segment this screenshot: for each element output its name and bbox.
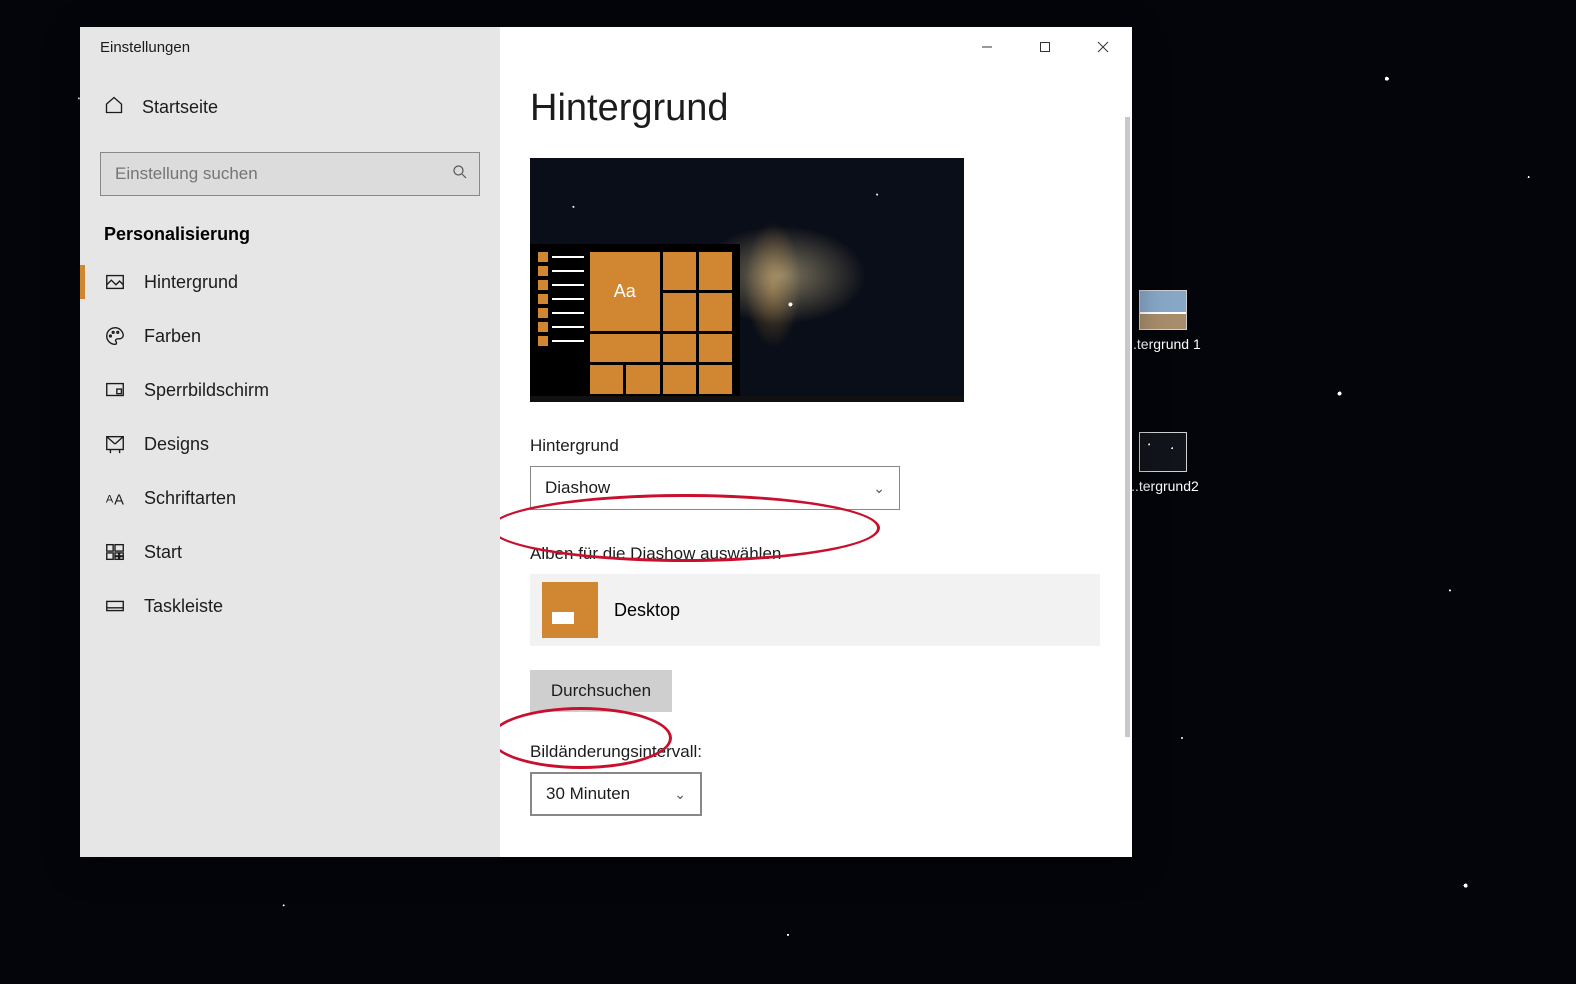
taskbar-icon — [104, 595, 126, 617]
preview-sample-text: Aa — [590, 252, 660, 331]
sidebar-item-label: Taskleiste — [144, 596, 223, 617]
sidebar-item-label: Farben — [144, 326, 201, 347]
background-dropdown[interactable]: Diashow ⌄ — [530, 466, 900, 510]
desktop-icon-label: ...tergrund 1 — [1125, 336, 1201, 352]
album-selected-name: Desktop — [614, 600, 680, 621]
start-tiles-icon — [104, 541, 126, 563]
close-button[interactable] — [1074, 27, 1132, 67]
font-icon: AA — [104, 487, 126, 509]
sidebar-item-label: Start — [144, 542, 182, 563]
image-thumbnail-icon — [1139, 290, 1187, 330]
settings-window: Einstellungen Startseite Personalisierun… — [80, 27, 1132, 857]
scrollbar[interactable] — [1125, 117, 1130, 737]
sidebar-item-colors[interactable]: Farben — [80, 309, 500, 363]
interval-dropdown-value: 30 Minuten — [546, 784, 630, 804]
folder-icon — [542, 582, 598, 638]
search-icon — [451, 163, 469, 186]
main-content: Hintergrund Aa — [500, 27, 1132, 857]
window-title: Einstellungen — [80, 39, 500, 56]
sidebar-item-label: Hintergrund — [144, 272, 238, 293]
home-icon — [104, 95, 124, 120]
sidebar-section-header: Personalisierung — [80, 206, 500, 255]
search-input[interactable] — [115, 164, 451, 184]
sidebar-item-start[interactable]: Start — [80, 525, 500, 579]
sidebar-item-label: Sperrbildschirm — [144, 380, 269, 401]
interval-dropdown[interactable]: 30 Minuten ⌄ — [530, 772, 702, 816]
palette-icon — [104, 325, 126, 347]
sidebar-item-taskbar[interactable]: Taskleiste — [80, 579, 500, 633]
page-title: Hintergrund — [530, 87, 1102, 130]
sidebar-item-fonts[interactable]: AA Schriftarten — [80, 471, 500, 525]
chevron-down-icon: ⌄ — [674, 786, 686, 803]
preview-start-menu: Aa — [530, 244, 740, 402]
image-thumbnail-icon — [1139, 432, 1187, 472]
window-controls — [958, 27, 1132, 67]
background-preview: Aa — [530, 158, 964, 402]
chevron-down-icon: ⌄ — [873, 480, 885, 497]
sidebar-home-label: Startseite — [142, 97, 218, 118]
interval-label: Bildänderungsintervall: — [530, 742, 1102, 762]
sidebar-item-lockscreen[interactable]: Sperrbildschirm — [80, 363, 500, 417]
picture-icon — [104, 271, 126, 293]
sidebar-item-themes[interactable]: Designs — [80, 417, 500, 471]
sidebar-item-label: Schriftarten — [144, 488, 236, 509]
sidebar-item-background[interactable]: Hintergrund — [80, 255, 500, 309]
background-dropdown-label: Hintergrund — [530, 436, 1102, 456]
svg-text:A: A — [114, 492, 124, 508]
album-selected-row[interactable]: Desktop — [530, 574, 1100, 646]
browse-button[interactable]: Durchsuchen — [530, 670, 672, 712]
lock-screen-icon — [104, 379, 126, 401]
sidebar-home[interactable]: Startseite — [80, 81, 500, 134]
background-dropdown-value: Diashow — [545, 478, 610, 498]
svg-text:A: A — [106, 494, 114, 506]
search-input-container[interactable] — [100, 152, 480, 196]
minimize-button[interactable] — [958, 27, 1016, 67]
album-label: Alben für die Diashow auswählen — [530, 544, 1102, 564]
sidebar-item-label: Designs — [144, 434, 209, 455]
maximize-button[interactable] — [1016, 27, 1074, 67]
desktop-icon-label: ...tergrund2 — [1127, 478, 1199, 494]
sidebar: Einstellungen Startseite Personalisierun… — [80, 27, 500, 857]
theme-icon — [104, 433, 126, 455]
browse-button-label: Durchsuchen — [551, 681, 651, 701]
titlebar[interactable]: Einstellungen — [80, 27, 500, 67]
